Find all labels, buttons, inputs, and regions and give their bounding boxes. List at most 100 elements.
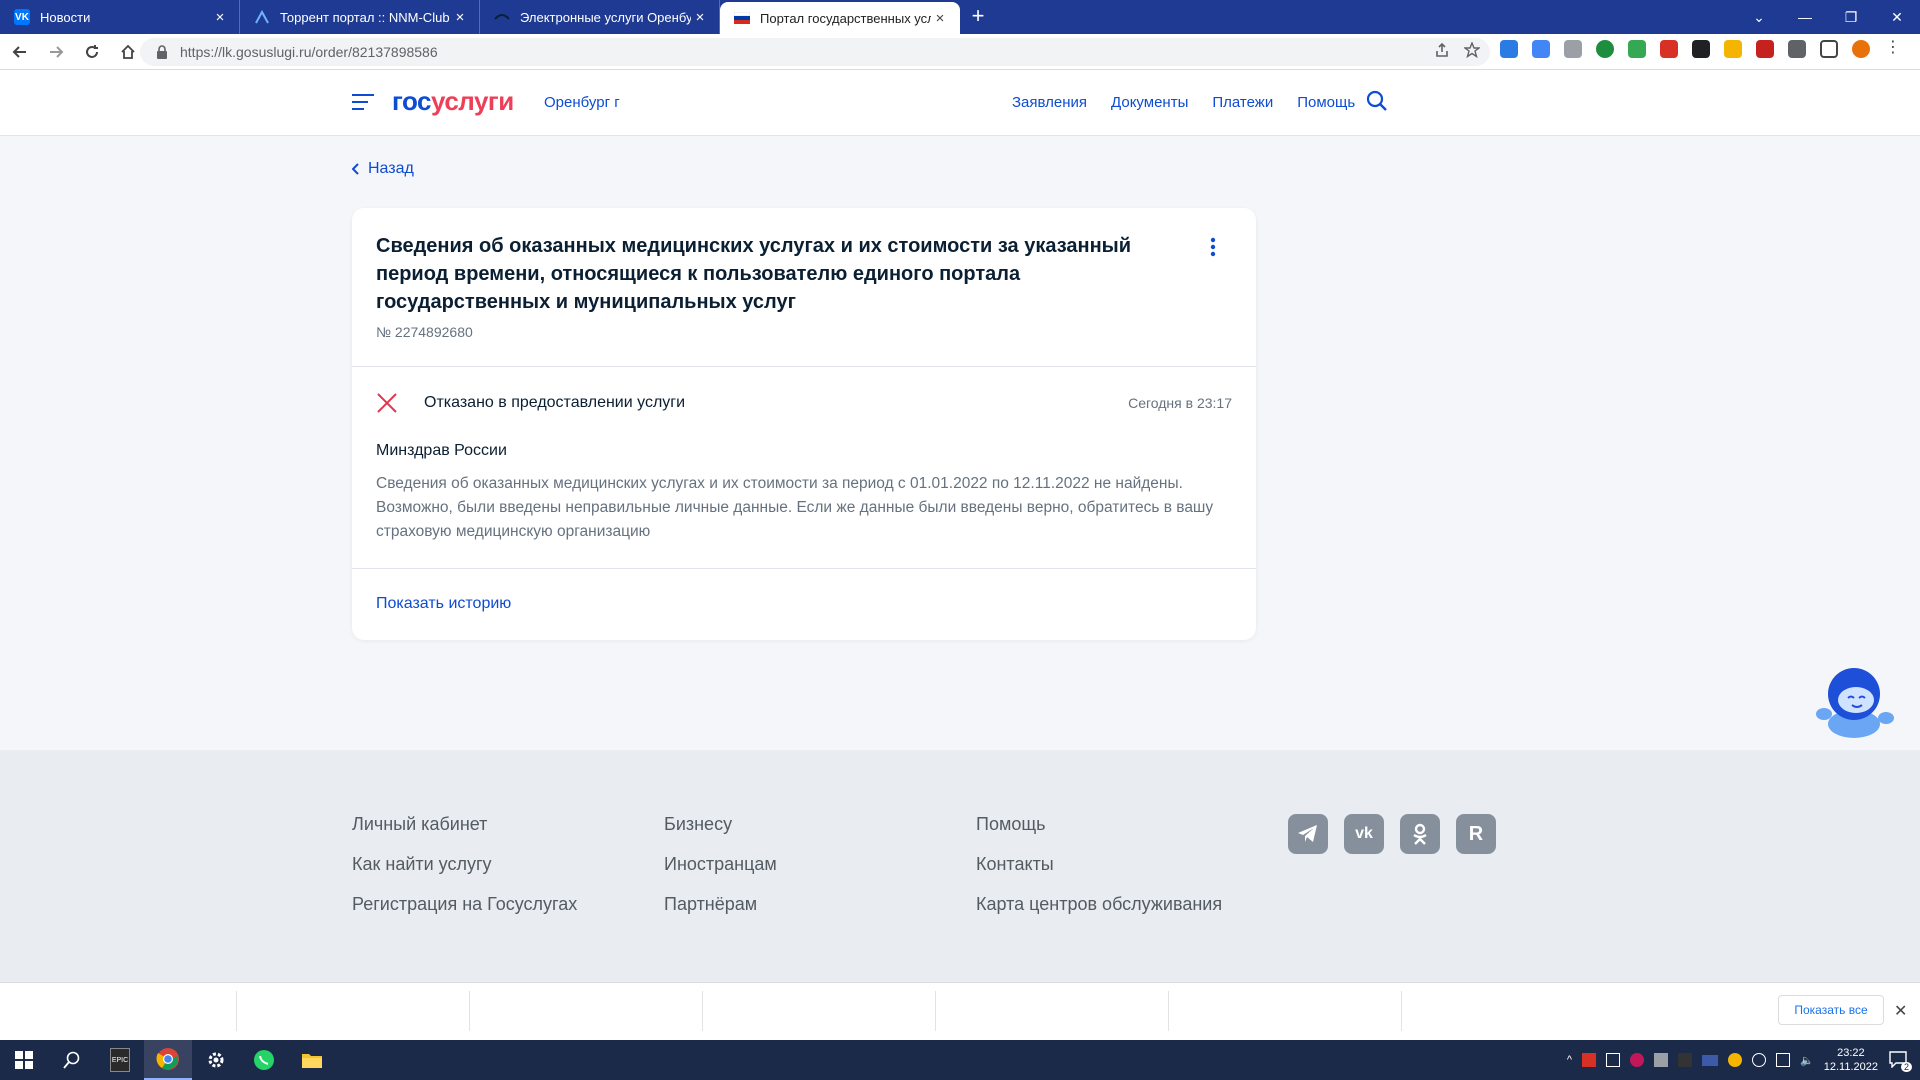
grid-icon[interactable] — [1564, 40, 1582, 58]
network-icon[interactable] — [1776, 1053, 1791, 1067]
notification-count: 2 — [1900, 1062, 1912, 1072]
tab-search-icon[interactable]: ⌄ — [1736, 9, 1782, 26]
file-explorer-icon[interactable] — [288, 1040, 336, 1080]
shield-icon[interactable] — [1628, 40, 1646, 58]
profile-avatar[interactable] — [1852, 40, 1870, 58]
back-arrow-icon[interactable] — [4, 36, 36, 68]
reload-icon[interactable] — [76, 36, 108, 68]
browser-menu-icon[interactable]: ⋮ — [1884, 40, 1902, 58]
browser-tab-strip: VK Новости × Торрент портал :: NNM-Club … — [0, 0, 1920, 34]
cross-icon — [377, 393, 397, 413]
site-footer: Личный кабинет Как найти услугу Регистра… — [0, 750, 1920, 982]
extension-icon[interactable] — [1692, 40, 1710, 58]
show-history-link[interactable]: Показать историю — [376, 595, 511, 613]
restore-icon[interactable]: ❐ — [1828, 9, 1874, 26]
back-label: Назад — [368, 160, 414, 177]
browser-tab[interactable]: Торрент портал :: NNM-Club × — [240, 0, 480, 34]
whatsapp-icon[interactable] — [240, 1040, 288, 1080]
bookmark-star-icon[interactable] — [1464, 42, 1480, 58]
extension-icon[interactable] — [1756, 40, 1774, 58]
close-icon[interactable]: ✕ — [1894, 1001, 1907, 1021]
rutube-icon[interactable]: R — [1456, 814, 1496, 854]
search-icon[interactable] — [48, 1040, 96, 1080]
browser-toolbar: https://lk.gosuslugi.ru/order/8213789858… — [0, 34, 1920, 70]
chevron-up-icon[interactable]: ^ — [1567, 1054, 1572, 1066]
chevron-left-icon — [352, 163, 359, 175]
footer-link[interactable]: Регистрация на Госуслугах — [352, 894, 577, 916]
share-icon[interactable] — [1434, 42, 1450, 58]
extensions-bar: ⋮ — [1500, 40, 1902, 58]
epic-tray-icon[interactable] — [1678, 1053, 1693, 1067]
footer-link[interactable]: Партнёрам — [664, 894, 777, 916]
chrome-icon[interactable] — [144, 1040, 192, 1080]
vk-icon[interactable]: vk — [1344, 814, 1384, 854]
tab-title: Портал государственных услуг — [760, 10, 931, 26]
footer-link[interactable]: Бизнесу — [664, 814, 777, 836]
nav-documents[interactable]: Документы — [1111, 94, 1188, 111]
tray-app-icon[interactable] — [1582, 1053, 1597, 1067]
new-tab-button[interactable]: + — [960, 0, 996, 34]
tab-title: Торрент портал :: NNM-Club — [280, 9, 450, 25]
footer-link[interactable]: Иностранцам — [664, 854, 777, 876]
forward-arrow-icon[interactable] — [40, 36, 72, 68]
translate-icon[interactable] — [1532, 40, 1550, 58]
browser-tab[interactable]: VK Новости × — [0, 0, 240, 34]
address-bar[interactable]: https://lk.gosuslugi.ru/order/8213789858… — [140, 38, 1490, 66]
robot-assistant-icon[interactable] — [1812, 664, 1896, 740]
nav-payments[interactable]: Платежи — [1212, 94, 1273, 111]
clock-time: 23:22 — [1837, 1047, 1865, 1059]
odnoklassniki-icon[interactable] — [1400, 814, 1440, 854]
tray-app-icon[interactable] — [1606, 1053, 1621, 1067]
url-text: https://lk.gosuslugi.ru/order/8213789858… — [180, 44, 438, 60]
organization-name: Минздрав России — [376, 442, 507, 459]
telegram-icon[interactable] — [1288, 814, 1328, 854]
settings-gear-icon[interactable] — [192, 1040, 240, 1080]
tray-app-icon[interactable] — [1752, 1053, 1767, 1067]
search-icon[interactable] — [1366, 90, 1388, 112]
nav-help[interactable]: Помощь — [1297, 94, 1355, 111]
menu-icon[interactable] — [352, 94, 374, 112]
tray-app-icon[interactable] — [1630, 1053, 1645, 1067]
vk-icon: VK — [14, 9, 30, 25]
side-panel-icon[interactable] — [1820, 40, 1838, 58]
extension-icon[interactable] — [1724, 40, 1742, 58]
nav-applications[interactable]: Заявления — [1012, 94, 1087, 111]
close-icon[interactable]: × — [691, 9, 709, 26]
footer-link[interactable]: Как найти услугу — [352, 854, 577, 876]
close-icon[interactable]: × — [451, 9, 469, 26]
status-text: Отказано в предоставлении услуги — [424, 394, 686, 411]
footer-link[interactable]: Контакты — [976, 854, 1222, 876]
tray-app-icon[interactable] — [1728, 1053, 1743, 1067]
minimize-icon[interactable]: — — [1782, 9, 1828, 25]
windows-start-icon[interactable] — [0, 1040, 48, 1080]
orenburg-services-icon — [494, 9, 510, 25]
puzzle-icon[interactable] — [1788, 40, 1806, 58]
browser-tab-active[interactable]: Портал государственных услуг × — [720, 2, 960, 34]
close-icon[interactable]: × — [211, 9, 229, 26]
gosuslugi-logo[interactable]: госуслуги — [392, 86, 514, 117]
browser-tab[interactable]: Электронные услуги Оренбургс × — [480, 0, 720, 34]
region-selector[interactable]: Оренбург г — [544, 94, 620, 111]
extension-icon[interactable] — [1500, 40, 1518, 58]
main-nav: Заявления Документы Платежи Помощь — [1012, 94, 1355, 111]
footer-link[interactable]: Помощь — [976, 814, 1222, 836]
footer-link[interactable]: Карта центров обслуживания — [976, 894, 1222, 916]
notifications-icon[interactable]: 2 — [1888, 1050, 1912, 1072]
volume-icon[interactable]: 🔈 — [1800, 1054, 1814, 1067]
close-icon[interactable]: × — [931, 10, 949, 27]
back-link[interactable]: Назад — [352, 160, 414, 178]
order-title: Сведения об оказанных медицинских услуга… — [376, 235, 1132, 313]
system-tray: ^ 🔈 23:22 12.11.2022 2 — [1567, 1040, 1920, 1080]
show-all-downloads-button[interactable]: Показать все — [1778, 995, 1884, 1025]
mail-icon[interactable] — [1660, 40, 1678, 58]
nnm-club-icon — [254, 9, 270, 25]
more-options-icon[interactable] — [1210, 236, 1216, 258]
epic-games-icon[interactable]: EPIC — [96, 1040, 144, 1080]
tray-app-icon[interactable] — [1654, 1053, 1669, 1067]
clock[interactable]: 23:22 12.11.2022 — [1824, 1046, 1878, 1074]
extension-icon[interactable] — [1596, 40, 1614, 58]
close-window-icon[interactable]: ✕ — [1874, 9, 1920, 26]
footer-link[interactable]: Личный кабинет — [352, 814, 577, 836]
clock-date: 12.11.2022 — [1823, 1061, 1878, 1073]
language-flag-icon[interactable] — [1702, 1054, 1719, 1066]
